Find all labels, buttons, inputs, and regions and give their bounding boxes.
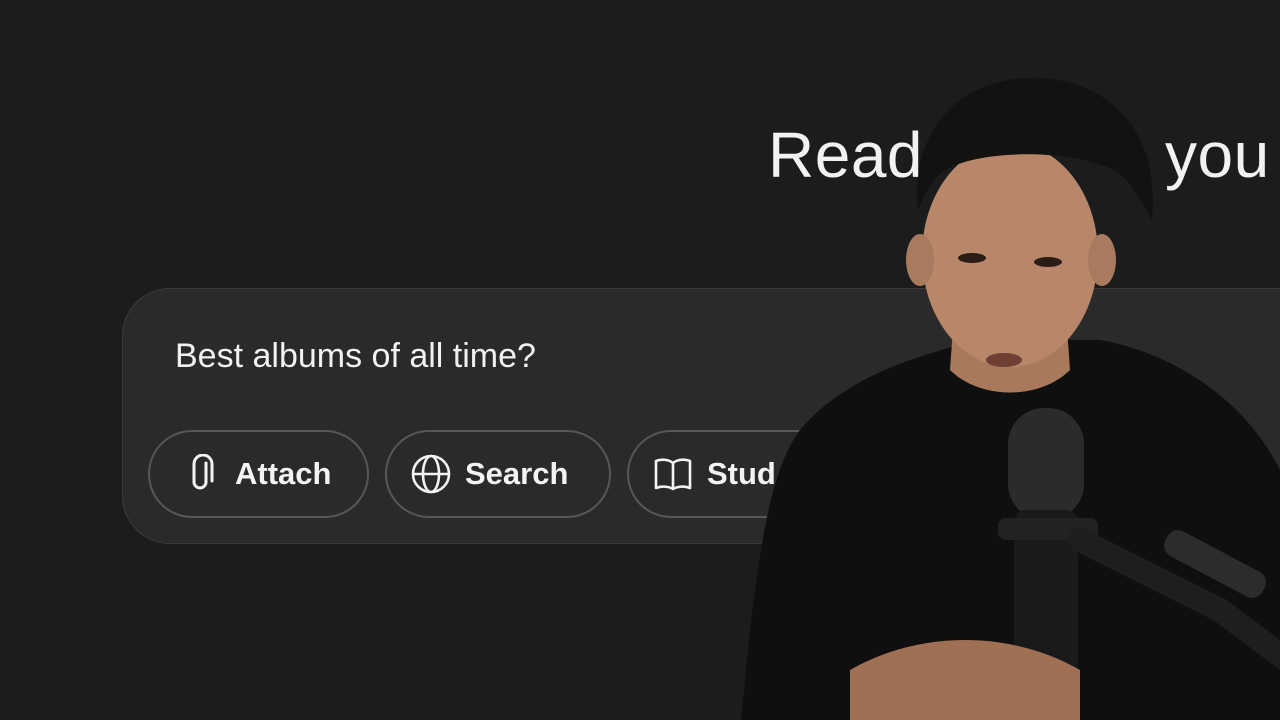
prompt-input[interactable]: Best albums of all time? (175, 337, 536, 376)
globe-icon (411, 454, 451, 494)
presenter-video-overlay (741, 77, 1280, 720)
attach-button[interactable]: Attach (148, 430, 369, 518)
paperclip-icon (181, 454, 221, 494)
search-button[interactable]: Search (385, 430, 611, 518)
attach-label: Attach (235, 456, 332, 491)
app-screen: Read you Best albums of all time? Attach … (0, 0, 1280, 720)
book-icon (653, 454, 693, 494)
search-label: Search (465, 456, 569, 491)
